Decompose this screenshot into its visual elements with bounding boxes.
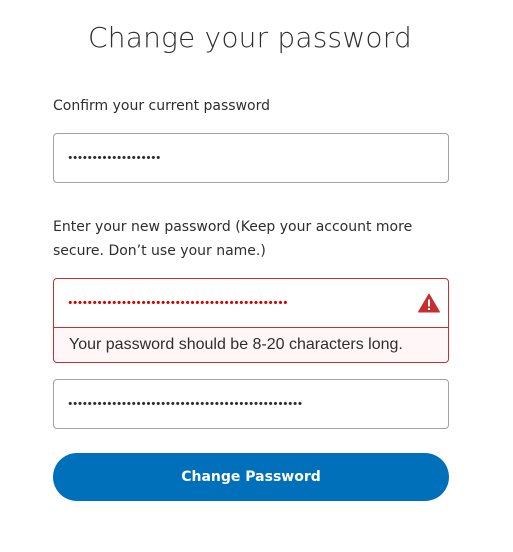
new-password-error-message: Your password should be 8-20 characters …: [54, 328, 448, 362]
new-password-field[interactable]: ••••••••••••••••••••••••••••••••••••••••…: [54, 279, 448, 328]
confirm-password-value: ••••••••••••••••••••••••••••••••••••••••…: [67, 397, 303, 411]
new-password-label: Enter your new password (Keep your accou…: [53, 219, 413, 259]
current-password-label: Confirm your current password: [53, 98, 270, 114]
confirm-password-field[interactable]: ••••••••••••••••••••••••••••••••••••••••…: [53, 379, 449, 429]
warning-triangle-icon: [418, 293, 440, 313]
new-password-group: ••••••••••••••••••••••••••••••••••••••••…: [53, 278, 449, 363]
new-password-value: ••••••••••••••••••••••••••••••••••••••••…: [67, 296, 289, 310]
page-title: Change your password: [88, 21, 412, 54]
current-password-field[interactable]: •••••••••••••••••••: [53, 133, 449, 183]
current-password-value: •••••••••••••••••••: [67, 151, 160, 165]
change-password-button[interactable]: Change Password: [53, 453, 449, 501]
